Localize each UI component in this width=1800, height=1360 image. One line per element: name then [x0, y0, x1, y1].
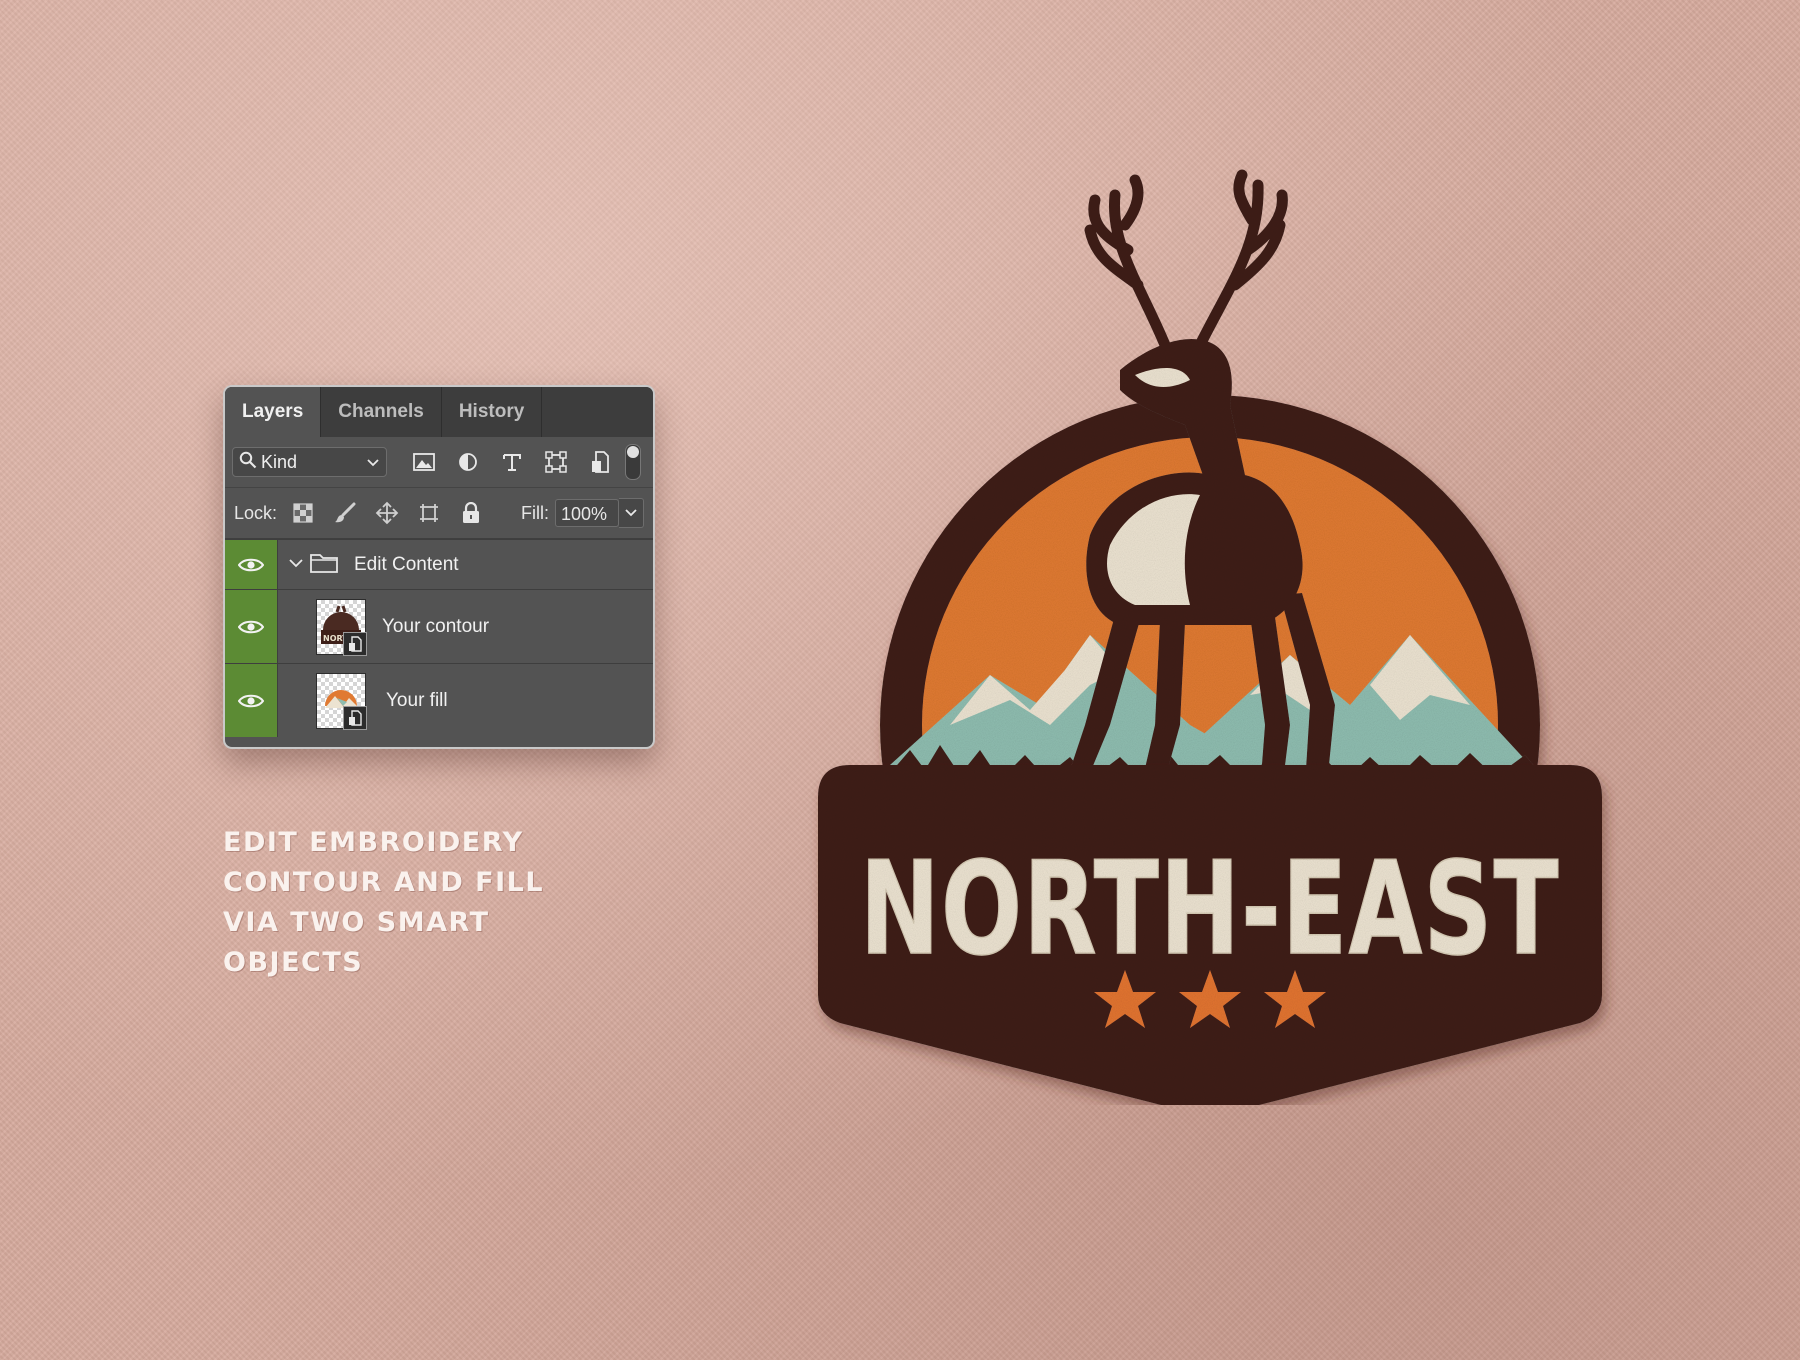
chevron-down-icon [366, 452, 380, 473]
layer-row-your-fill[interactable]: Your fill [225, 663, 653, 737]
eye-icon [238, 620, 264, 633]
caption-line: CONTOUR AND FILL [223, 867, 545, 898]
lock-position-icon[interactable] [373, 499, 401, 527]
lock-transparent-pixels-icon[interactable] [289, 499, 317, 527]
eye-icon [238, 558, 264, 571]
layer-filter-row: Kind [225, 437, 653, 488]
lock-image-pixels-icon[interactable] [331, 499, 359, 527]
search-icon [239, 451, 257, 474]
layer-row-your-contour[interactable]: NORT Your contour [225, 589, 653, 663]
layer-thumbnail-fill [316, 672, 367, 730]
lock-artboard-icon[interactable] [415, 499, 443, 527]
eye-icon [238, 694, 264, 707]
caption-line: EDIT EMBROIDERY [223, 827, 524, 858]
folder-icon [310, 551, 338, 578]
badge-wordmark: NORTH-EAST [860, 835, 1560, 984]
lock-label: Lock: [234, 502, 278, 523]
layer-thumbnail-contour: NORT [316, 598, 367, 656]
caption-line: OBJECTS [223, 947, 364, 978]
tab-history[interactable]: History [442, 387, 543, 437]
smart-object-badge-icon [343, 631, 367, 656]
type-filter-icon[interactable] [497, 447, 527, 477]
kind-filter-label: Kind [261, 451, 298, 472]
fill-percent-input[interactable]: 100% [555, 499, 619, 527]
tab-channels[interactable]: Channels [321, 387, 442, 437]
visibility-toggle[interactable] [225, 664, 278, 737]
layers-panel: Layers Channels History Kind Lock: Fill:… [223, 385, 655, 749]
adjustment-filter-icon[interactable] [453, 447, 483, 477]
layer-name: Your contour [382, 615, 490, 637]
kind-filter-select[interactable]: Kind [232, 447, 387, 477]
caption-line: VIA TWO SMART [223, 907, 490, 938]
embroidered-badge: NORTH-EAST [818, 169, 1602, 1105]
image-filter-icon[interactable] [409, 447, 439, 477]
smart-object-filter-icon[interactable] [585, 447, 615, 477]
feature-caption: EDIT EMBROIDERY CONTOUR AND FILL VIA TWO… [223, 823, 643, 983]
filter-toggle-switch[interactable] [625, 444, 641, 480]
panel-tab-bar: Layers Channels History [225, 387, 653, 437]
lock-all-icon[interactable] [457, 499, 485, 527]
shape-filter-icon[interactable] [541, 447, 571, 477]
layer-name: Your fill [386, 689, 448, 711]
visibility-toggle[interactable] [225, 590, 278, 663]
visibility-toggle[interactable] [225, 540, 278, 589]
lock-row: Lock: Fill: 100% [225, 488, 653, 539]
layer-row-edit-content[interactable]: Edit Content [225, 539, 653, 589]
smart-object-badge-icon [343, 705, 367, 730]
fill-label: Fill: [521, 502, 549, 523]
chevron-down-icon [625, 509, 637, 517]
fill-dropdown-button[interactable] [619, 498, 644, 528]
chevron-down-icon[interactable] [288, 556, 304, 574]
layer-name: Edit Content [354, 553, 459, 575]
tab-layers[interactable]: Layers [225, 387, 322, 437]
